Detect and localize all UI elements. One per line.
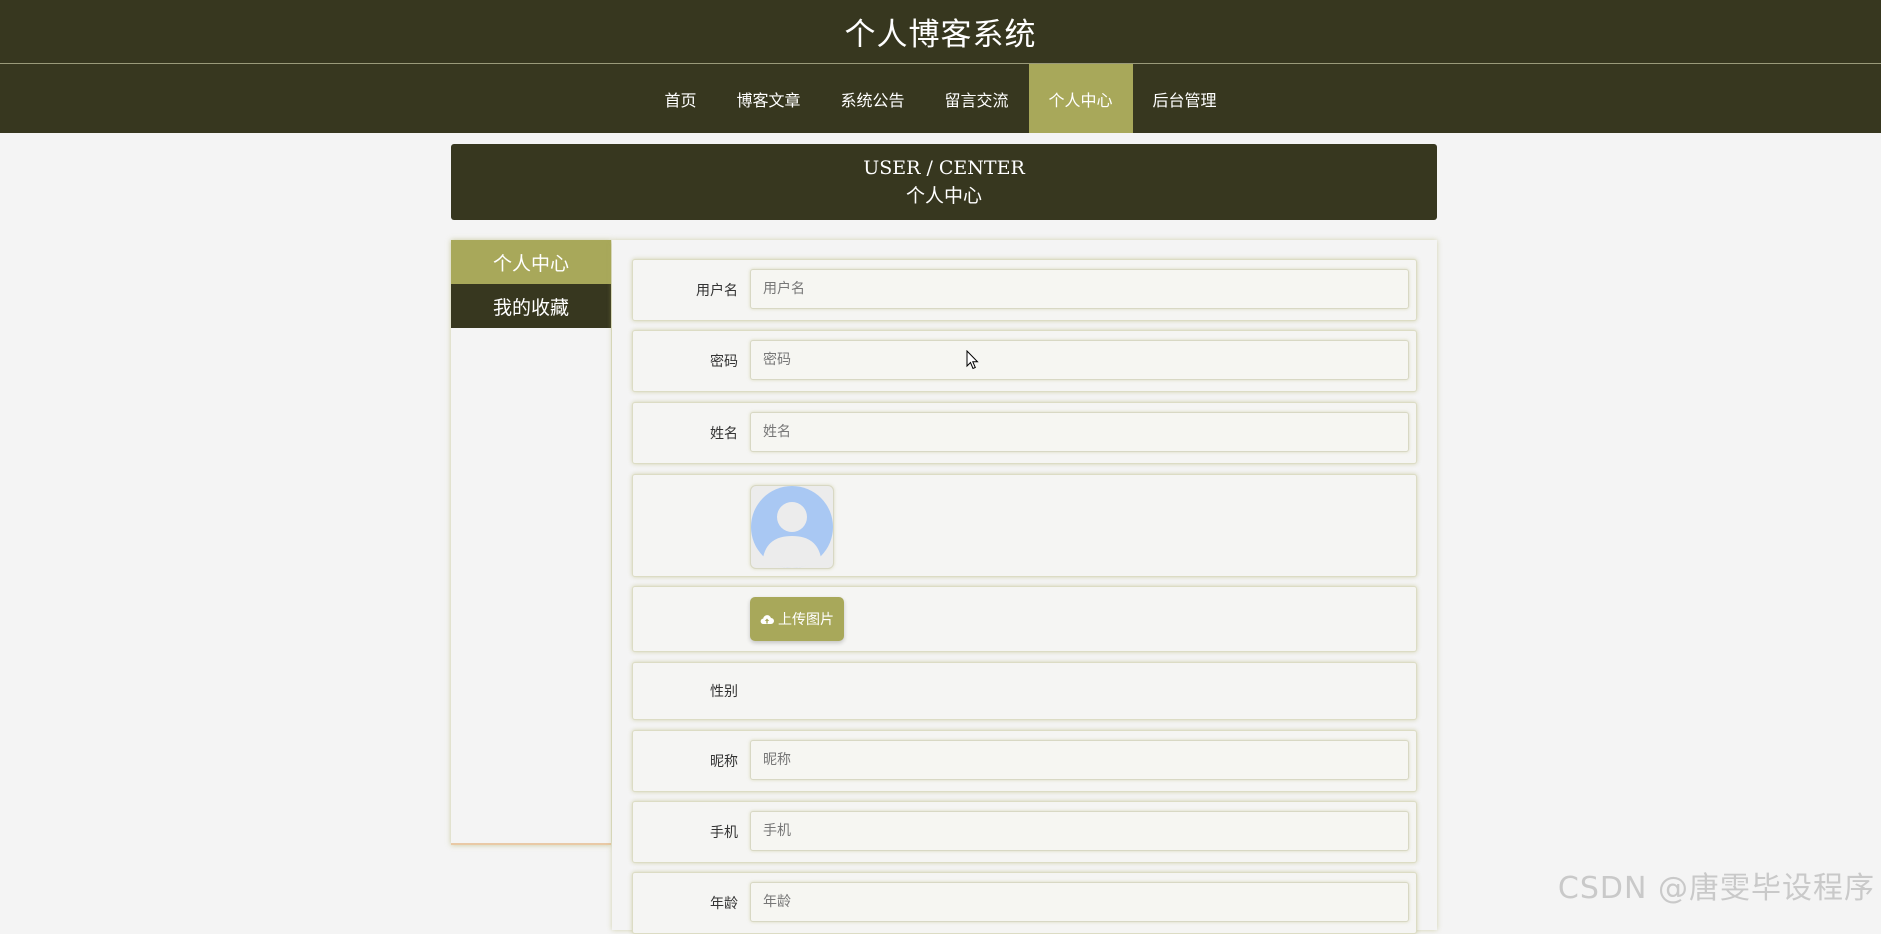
site-header: 个人博客系统 [0,0,1881,64]
mouse-cursor-icon [966,350,979,370]
profile-form: 用户名 密码 姓名 上传图片 性别 昵称 [612,240,1437,934]
form-row-upload: 上传图片 [632,586,1417,652]
sidebar: 个人中心 我的收藏 [451,240,611,845]
form-row-password: 密码 [632,330,1417,392]
sidebar-item-favorites[interactable]: 我的收藏 [451,284,611,328]
username-input[interactable] [750,269,1409,309]
name-input[interactable] [750,412,1409,452]
age-label: 年龄 [710,896,738,912]
page-banner: USER / CENTER 个人中心 [451,144,1437,220]
nav-item-user-center[interactable]: 个人中心 [1028,64,1133,133]
nav-item-home[interactable]: 首页 [644,64,716,133]
banner-title-zh: 个人中心 [905,185,982,207]
form-row-age: 年龄 [632,872,1417,934]
sidebar-item-user-center[interactable]: 个人中心 [451,240,611,284]
gender-label: 性别 [710,684,738,700]
nav-item-messages[interactable]: 留言交流 [925,64,1029,133]
avatar-preview [750,485,834,569]
nickname-label: 昵称 [710,754,738,770]
phone-input[interactable] [750,811,1409,851]
form-row-phone: 手机 [632,801,1417,863]
age-input[interactable] [750,882,1409,922]
form-row-name: 姓名 [632,402,1417,464]
form-row-avatar [632,474,1417,577]
nav-item-announcements[interactable]: 系统公告 [820,64,924,133]
user-avatar-icon [751,486,833,568]
form-row-nickname: 昵称 [632,730,1417,792]
cloud-upload-icon [760,614,774,624]
banner-title-en: USER / CENTER [863,157,1025,179]
username-label: 用户名 [696,283,738,299]
site-title: 个人博客系统 [844,17,1037,53]
watermark: CSDN @唐雯毕设程序 [1557,871,1875,906]
upload-image-button[interactable]: 上传图片 [750,597,844,641]
nav-item-admin[interactable]: 后台管理 [1133,64,1237,133]
password-label: 密码 [710,354,738,370]
upload-image-label: 上传图片 [778,612,834,628]
nickname-input[interactable] [750,740,1409,780]
nav-item-blog-articles[interactable]: 博客文章 [716,64,820,133]
phone-label: 手机 [710,825,738,841]
name-label: 姓名 [710,426,738,442]
form-row-username: 用户名 [632,259,1417,321]
form-row-gender: 性别 [632,662,1417,720]
main-nav: 首页 博客文章 系统公告 留言交流 个人中心 后台管理 [0,64,1881,133]
password-input[interactable] [750,340,1409,380]
